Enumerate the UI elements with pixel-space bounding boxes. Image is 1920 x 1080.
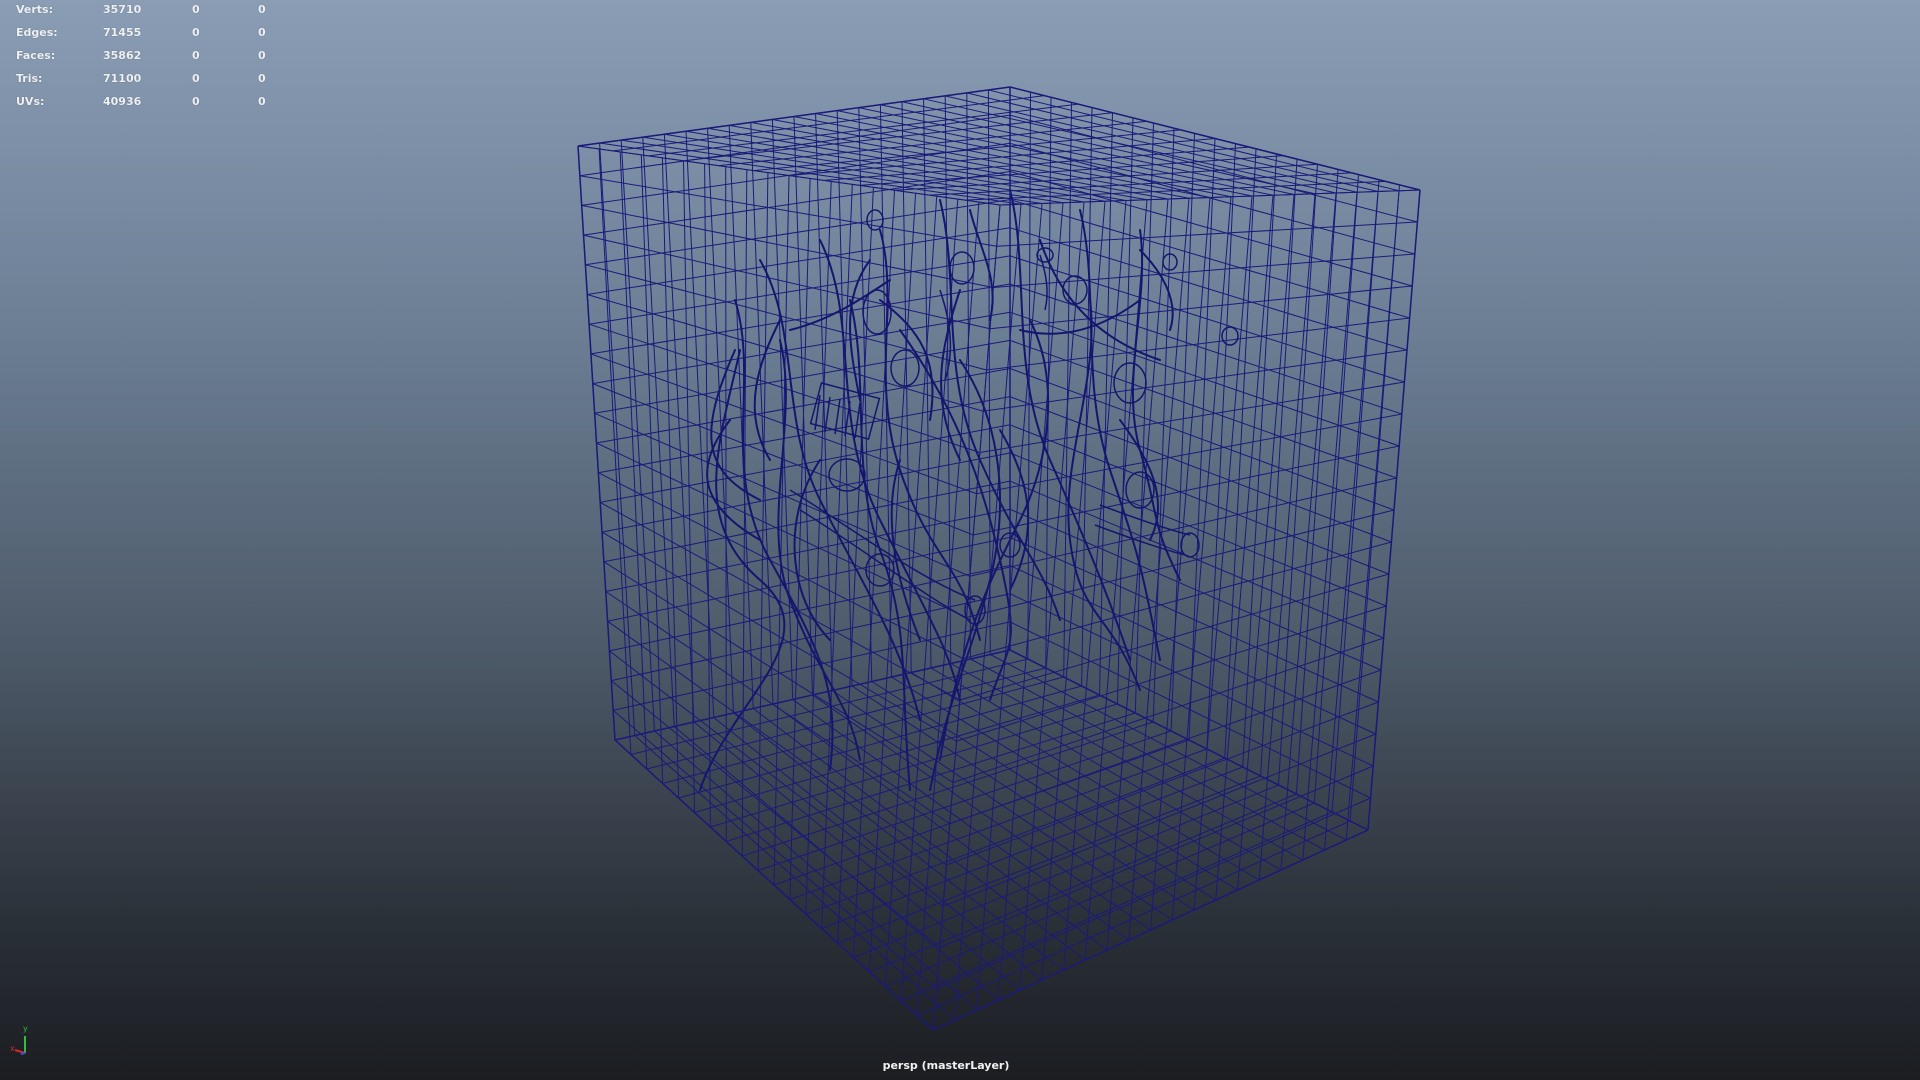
hud-value: 0 bbox=[258, 49, 266, 62]
grid-line bbox=[942, 733, 1376, 907]
hud-value: 35710 bbox=[103, 3, 142, 16]
hair-tube bbox=[1039, 254, 1048, 311]
x-axis-label: x bbox=[10, 1044, 15, 1053]
grid-line bbox=[952, 637, 1384, 783]
grid-line bbox=[1009, 508, 1382, 671]
hud-row: UVs: 40936 0 0 bbox=[16, 95, 276, 118]
grid-line bbox=[869, 793, 1297, 973]
grid-line bbox=[1009, 255, 1405, 383]
grid-line bbox=[603, 561, 954, 783]
hud-label: Verts: bbox=[16, 3, 54, 16]
hud-row: Tris: 71100 0 0 bbox=[16, 72, 276, 95]
hud-value: 0 bbox=[258, 26, 266, 39]
hair-curve bbox=[706, 419, 761, 541]
hair-clip bbox=[949, 251, 975, 285]
hud-value: 0 bbox=[258, 3, 266, 16]
grid-line bbox=[610, 680, 941, 948]
grid-line bbox=[648, 103, 1079, 157]
grid-line bbox=[1009, 142, 1415, 255]
hud-row: Faces: 35862 0 0 bbox=[16, 49, 276, 72]
hair-tube-end bbox=[1180, 532, 1200, 558]
hud-value: 71100 bbox=[103, 72, 142, 85]
grid-line bbox=[577, 145, 616, 741]
y-axis-label: y bbox=[23, 1024, 28, 1033]
grid-line bbox=[594, 412, 971, 577]
grid-line bbox=[614, 739, 934, 1031]
hair-tube bbox=[1099, 504, 1191, 536]
hud-value: 0 bbox=[192, 3, 200, 16]
grid-line bbox=[976, 413, 1402, 495]
grid-line bbox=[973, 445, 1400, 536]
grid-line bbox=[605, 591, 951, 825]
z-axis-line bbox=[20, 1052, 26, 1055]
hair-curve bbox=[849, 299, 911, 791]
camera-label: persp (masterLayer) bbox=[882, 1059, 1010, 1072]
perspective-viewport[interactable]: Verts: 35710 0 0 Edges: 71455 0 0 Faces: 35862 0 0 T… bbox=[0, 0, 1920, 1080]
hud-row: Edges: 71455 0 0 bbox=[16, 26, 276, 49]
hud-value: 0 bbox=[192, 72, 200, 85]
hud-value: 0 bbox=[192, 95, 200, 108]
grid-line bbox=[1367, 189, 1421, 831]
hud-value: 40936 bbox=[103, 95, 142, 108]
hud-row: Verts: 35710 0 0 bbox=[16, 3, 276, 26]
grid-line bbox=[932, 829, 1369, 1031]
hair-curve bbox=[753, 319, 781, 461]
hair-curve bbox=[1019, 299, 1141, 335]
hud-value: 35862 bbox=[103, 49, 142, 62]
grid-line bbox=[609, 650, 944, 907]
grid-line bbox=[581, 204, 994, 288]
grid-line bbox=[959, 573, 1389, 701]
cube-bottom-grid bbox=[614, 649, 1369, 1031]
grid-line bbox=[949, 669, 1382, 825]
hud-value: 71455 bbox=[103, 26, 142, 39]
grid-line bbox=[900, 811, 1333, 1002]
grid-line bbox=[1009, 565, 1377, 735]
hud-value: 0 bbox=[192, 49, 200, 62]
hair-clip bbox=[1062, 275, 1088, 305]
grid-line bbox=[1009, 170, 1413, 287]
grid-line bbox=[1009, 368, 1395, 511]
hair-clip bbox=[1221, 326, 1239, 346]
grid-line bbox=[612, 709, 937, 990]
grid-line bbox=[916, 820, 1351, 1016]
hud-label: Edges: bbox=[16, 26, 58, 39]
hud-value: 0 bbox=[258, 72, 266, 85]
grid-line bbox=[966, 509, 1395, 618]
hud-label: UVs: bbox=[16, 95, 45, 108]
hud-value: 0 bbox=[192, 26, 200, 39]
axis-gizmo: y x bbox=[10, 1024, 28, 1055]
grid-line bbox=[963, 541, 1392, 660]
hud-value: 0 bbox=[258, 95, 266, 108]
grid-line bbox=[805, 757, 1225, 915]
wireframe-scene[interactable] bbox=[0, 0, 1920, 1080]
poly-count-hud: Verts: 35710 0 0 Edges: 71455 0 0 Faces: 35862 0 0 T… bbox=[16, 3, 276, 118]
hud-label: Tris: bbox=[16, 72, 43, 85]
hud-label: Faces: bbox=[16, 49, 56, 62]
